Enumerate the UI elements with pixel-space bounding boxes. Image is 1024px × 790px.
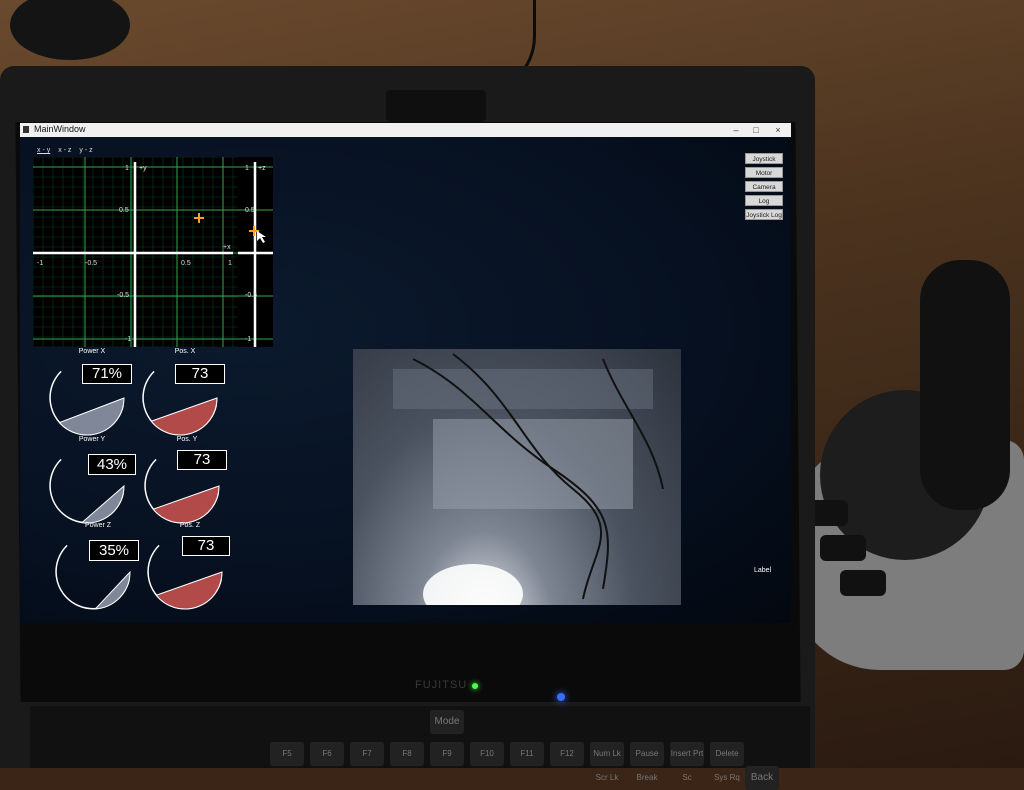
gauge-label: Power X	[78, 348, 106, 355]
main-window-client: x - y x - z y - z -1 -0.5 0.5 1 1 0.5 -0.5 -1 1 0…	[20, 137, 791, 623]
joystick-button	[820, 535, 866, 561]
app-icon	[23, 126, 29, 133]
y-tick-label: -1	[125, 336, 131, 343]
y-tick-label: 0.5	[119, 207, 129, 214]
plot-canvas: -1 -0.5 0.5 1 1 0.5 -0.5 -1 1 0.5 -0.5 -1 +y +x +z	[32, 156, 273, 348]
keyboard-key: F6	[310, 742, 344, 766]
title-bar: MainWindow – □ ×	[20, 123, 791, 137]
gauge-value: 73	[177, 450, 227, 470]
close-button[interactable]: ×	[768, 123, 788, 137]
keyboard-key: F10	[470, 742, 504, 766]
z-tick-label: 0.5	[245, 207, 255, 214]
gauge-label: Pos. Z	[179, 522, 201, 529]
keyboard-key: F9	[430, 742, 464, 766]
keyboard-key: F5	[270, 742, 304, 766]
joystick-button	[840, 570, 886, 596]
gauge-fill	[155, 571, 223, 610]
log-button[interactable]: Log	[745, 195, 783, 206]
keyboard-key: Delete Sys Rq	[710, 742, 744, 782]
gauge-value: 43%	[88, 454, 136, 475]
gauge-value: 73	[182, 536, 230, 556]
keyboard-key: F7	[350, 742, 384, 766]
gauge-value: 73	[175, 364, 225, 384]
brand-logo: FUJITSU	[415, 679, 468, 691]
x-tick-label: 0.5	[181, 260, 191, 267]
z-tick-label: -0.5	[245, 292, 257, 299]
z-axis-label: +z	[258, 165, 266, 172]
camera-image	[393, 353, 664, 605]
x-tick-label: -1	[37, 260, 43, 267]
gauge-fill	[58, 397, 125, 436]
camera-button[interactable]: Camera	[745, 181, 783, 192]
x-tick-label: 1	[228, 260, 232, 267]
joystick-stick	[920, 260, 1010, 510]
gauge-fill	[80, 484, 125, 524]
power-led	[472, 683, 478, 689]
keyboard-key: Num Lk Scr Lk	[590, 742, 624, 782]
keyboard-key: F8	[390, 742, 424, 766]
keyboard-key: Insert Prt Sc	[670, 742, 704, 782]
x-axis-label: +x	[223, 244, 231, 251]
keyboard-key: F11	[510, 742, 544, 766]
gauge-fill	[94, 570, 131, 610]
gauge-label: Power Y	[78, 436, 106, 443]
plot-tabs: x - y x - z y - z	[37, 147, 99, 154]
gauge-fill	[152, 485, 220, 524]
keyboard-key: F12	[550, 742, 584, 766]
backspace-key: Back	[745, 766, 779, 790]
camera-feed	[353, 349, 681, 605]
gauge-value: 71%	[82, 364, 132, 384]
position-plot: -1 -0.5 0.5 1 1 0.5 -0.5 -1 1 0.5 -0.5 -1 +y +x +z	[32, 156, 273, 348]
y-tick-label: 1	[125, 165, 129, 172]
gauge-label: Pos. X	[174, 348, 196, 355]
tab-x-y[interactable]: x - y	[37, 147, 50, 154]
tab-x-z[interactable]: x - z	[58, 147, 71, 154]
gauge-fill	[150, 397, 218, 436]
camera-label: Label	[754, 567, 772, 574]
joystick-button[interactable]: Joystick	[745, 153, 783, 164]
z-tick-label: -1	[245, 336, 251, 343]
window-title: MainWindow	[34, 124, 86, 134]
keyboard: F5 F6 F7 F8 F9 F10 F11 F12 Num Lk Scr Lk Pause Br…	[30, 706, 810, 790]
z-tick-label: 1	[245, 165, 249, 172]
blue-led	[557, 693, 565, 701]
minimize-button[interactable]: –	[726, 123, 746, 137]
joystick-log-button[interactable]: Joystick Log	[745, 209, 783, 220]
joystick-device	[790, 260, 1024, 720]
y-axis-label: +y	[139, 165, 147, 172]
x-tick-label: -0.5	[85, 260, 97, 267]
mode-key: Mode	[430, 710, 464, 734]
app-screen: MainWindow – □ × x - y x - z y - z -1 -0.…	[20, 123, 791, 623]
motor-button[interactable]: Motor	[745, 167, 783, 178]
tab-y-z[interactable]: y - z	[79, 147, 92, 154]
gauge-value: 35%	[89, 540, 139, 561]
y-tick-label: -0.5	[117, 292, 129, 299]
gauge-label: Power Z	[84, 522, 112, 529]
keyboard-key: Pause Break	[630, 742, 664, 782]
webcam	[386, 90, 486, 122]
maximize-button[interactable]: □	[746, 123, 766, 137]
gauge-label: Pos. Y	[176, 436, 198, 443]
